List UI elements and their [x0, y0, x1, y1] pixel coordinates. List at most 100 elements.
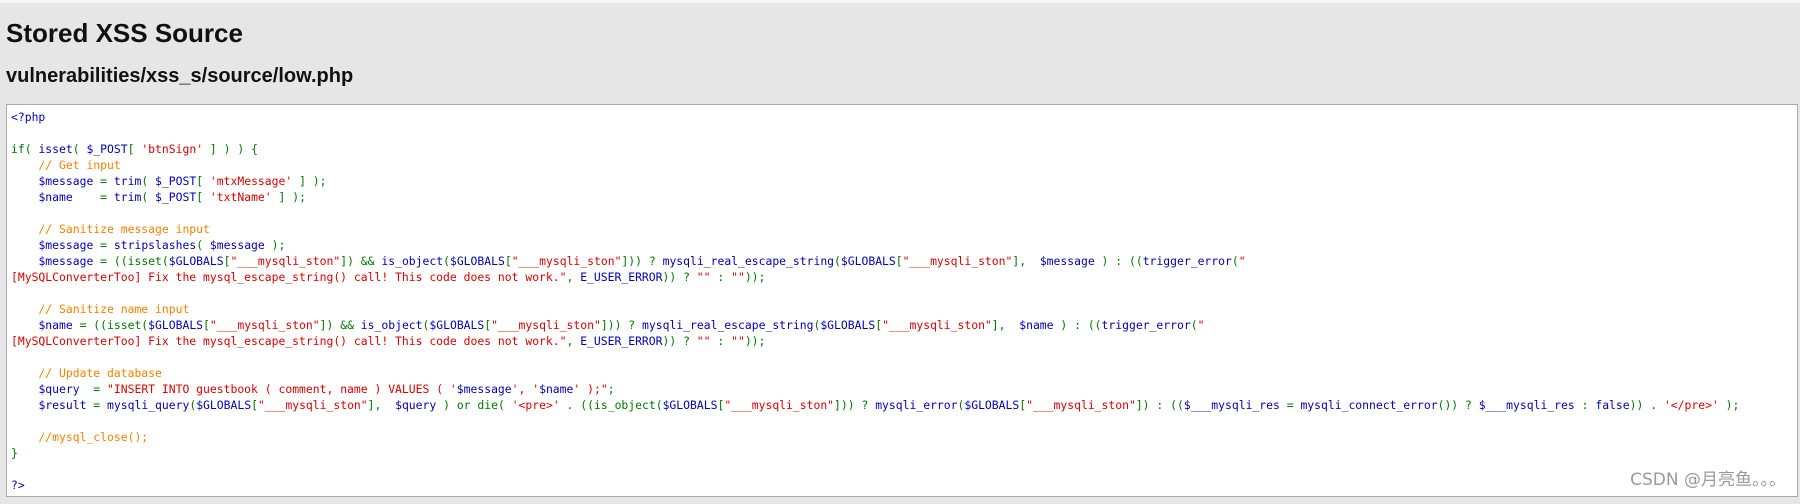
code-line: ?> [11, 477, 1739, 493]
code-token-default: $name [1019, 318, 1054, 332]
code-token-default: mysqli_real_escape_string [642, 318, 814, 332]
code-token-keyword: ], [367, 398, 396, 412]
code-token-string: "___mysqli_ston" [902, 254, 1013, 268]
code-token-keyword [11, 318, 38, 332]
code-token-keyword: ( [443, 254, 450, 268]
code-token-keyword: , [566, 270, 581, 284]
code-token-default: $GLOBALS [429, 318, 485, 332]
code-token-keyword [11, 238, 38, 252]
code-token-string: "___mysqli_ston" [491, 318, 601, 332]
code-token-string: '</pre>' [1663, 398, 1719, 412]
code-line: $message = ((isset($GLOBALS["___mysqli_s… [11, 253, 1739, 269]
code-token-default: E_USER_ERROR [580, 270, 663, 284]
page-title: Stored XSS Source [6, 18, 243, 48]
code-token-string: "___mysqli_ston" [724, 398, 835, 412]
code-token-string: ' );" [573, 382, 608, 396]
code-token-keyword: ( [141, 174, 156, 188]
code-token-string: "INSERT INTO guestbook ( comment, name )… [107, 382, 457, 396]
code-token-keyword: = [1279, 398, 1301, 412]
code-token-string: "___mysqli_ston" [511, 254, 622, 268]
code-token-default: $name [38, 318, 73, 332]
code-token-keyword: [ [196, 174, 210, 188]
code-token-keyword: ) or die( [436, 398, 512, 412]
code-token-default: $_POST [155, 174, 197, 188]
code-token-default: $GLOBALS [196, 398, 252, 412]
code-token-default: $query [395, 398, 437, 412]
code-token-default: mysqli_real_escape_string [662, 254, 835, 268]
code-line: $message = trim( $_POST[ 'mtxMessage' ] … [11, 173, 1739, 189]
code-token-keyword: )) ? [662, 334, 697, 348]
code-token-default: is_object [381, 254, 444, 268]
code-token-default: trigger_error [1142, 254, 1232, 268]
code-token-keyword [11, 398, 38, 412]
csdn-watermark: CSDN @月亮鱼。。。 [1630, 470, 1786, 490]
code-token-default: $message [38, 174, 94, 188]
code-token-keyword: ])) ? [600, 318, 643, 332]
code-token-string: "" [731, 270, 745, 284]
code-token-string: 'txtName' [209, 190, 272, 204]
code-line: $result = mysqli_query($GLOBALS["___mysq… [11, 397, 1739, 413]
code-token-string: " [1238, 254, 1246, 268]
code-token-keyword: ()) ? [1437, 398, 1479, 412]
code-line: [MySQLConverterToo] Fix the mysql_escape… [11, 269, 1739, 285]
code-token-keyword [11, 366, 38, 380]
code-token-keyword: ]) : (( [1135, 398, 1184, 412]
code-token-default: $___mysqli_res [1478, 398, 1575, 412]
code-token-default: $message [1039, 254, 1095, 268]
code-token-default: $message [38, 254, 94, 268]
code-token-keyword: ] ) ) { [203, 142, 258, 156]
code-token-keyword: ; [607, 382, 615, 396]
code-token-keyword: )) . [1629, 398, 1664, 412]
code-token-keyword: ])) ? [621, 254, 663, 268]
code-token-default: stripslashes [113, 238, 197, 252]
code-line: } [11, 445, 1739, 461]
code-token-keyword [11, 254, 38, 268]
code-token-comment: //mysql_close(); [38, 430, 149, 444]
code-line: // Get input [11, 157, 1739, 173]
code-token-keyword: = [79, 382, 108, 396]
code-token-default: $GLOBALS [168, 254, 224, 268]
code-token-default: mysqli_query [107, 398, 190, 412]
code-token-string: "" [731, 334, 745, 348]
code-token-string: [MySQLConverterToo] Fix the mysql_escape… [11, 270, 567, 284]
code-token-keyword: = [93, 238, 114, 252]
code-token-keyword: . ((is_object( [559, 398, 663, 412]
code-token-default: $message [38, 238, 94, 252]
code-token-keyword: )) ? [662, 270, 697, 284]
code-token-default: isset [38, 142, 73, 156]
code-token-default: ?> [11, 478, 25, 492]
code-token-keyword: ( [141, 190, 156, 204]
code-token-keyword: = [86, 398, 108, 412]
code-token-keyword: = ((isset( [72, 318, 149, 332]
source-code-panel: <?php if( isset( $_POST[ 'btnSign' ] ) ) … [6, 104, 1798, 497]
code-token-keyword [11, 158, 38, 172]
code-token-keyword: ( [834, 254, 841, 268]
code-token-default: $GLOBALS [662, 398, 718, 412]
code-token-string: "___mysqli_ston" [230, 254, 341, 268]
code-line: //mysql_close(); [11, 429, 1739, 445]
code-line: $query = "INSERT INTO guestbook ( commen… [11, 381, 1739, 397]
code-line: // Update database [11, 365, 1739, 381]
code-line: // Sanitize name input [11, 301, 1739, 317]
code-token-keyword: [ [895, 254, 903, 268]
code-line: if( isset( $_POST[ 'btnSign' ] ) ) { [11, 141, 1739, 157]
code-token-keyword [11, 382, 38, 396]
code-token-keyword: ] ); [292, 174, 327, 188]
code-token-default: $_POST [86, 142, 128, 156]
code-token-string: [MySQLConverterToo] Fix the mysql_escape… [11, 334, 567, 348]
code-token-keyword: ( [196, 238, 210, 252]
code-token-keyword: ) : (( [1094, 254, 1143, 268]
code-token-default: $query [38, 382, 80, 396]
code-token-keyword: [ [504, 254, 512, 268]
code-token-keyword: : [1574, 398, 1596, 412]
code-token-default: trim [113, 174, 142, 188]
source-page: Stored XSS Source vulnerabilities/xss_s/… [0, 0, 1800, 504]
code-token-default: $name [38, 190, 73, 204]
code-token-string: 'btnSign' [141, 142, 204, 156]
code-line: $name = ((isset($GLOBALS["___mysqli_ston… [11, 317, 1739, 333]
code-token-keyword: ); [264, 238, 286, 252]
code-token-keyword: = ((isset( [93, 254, 169, 268]
code-token-string: "___mysqli_ston" [882, 318, 992, 332]
code-token-keyword [11, 222, 38, 236]
